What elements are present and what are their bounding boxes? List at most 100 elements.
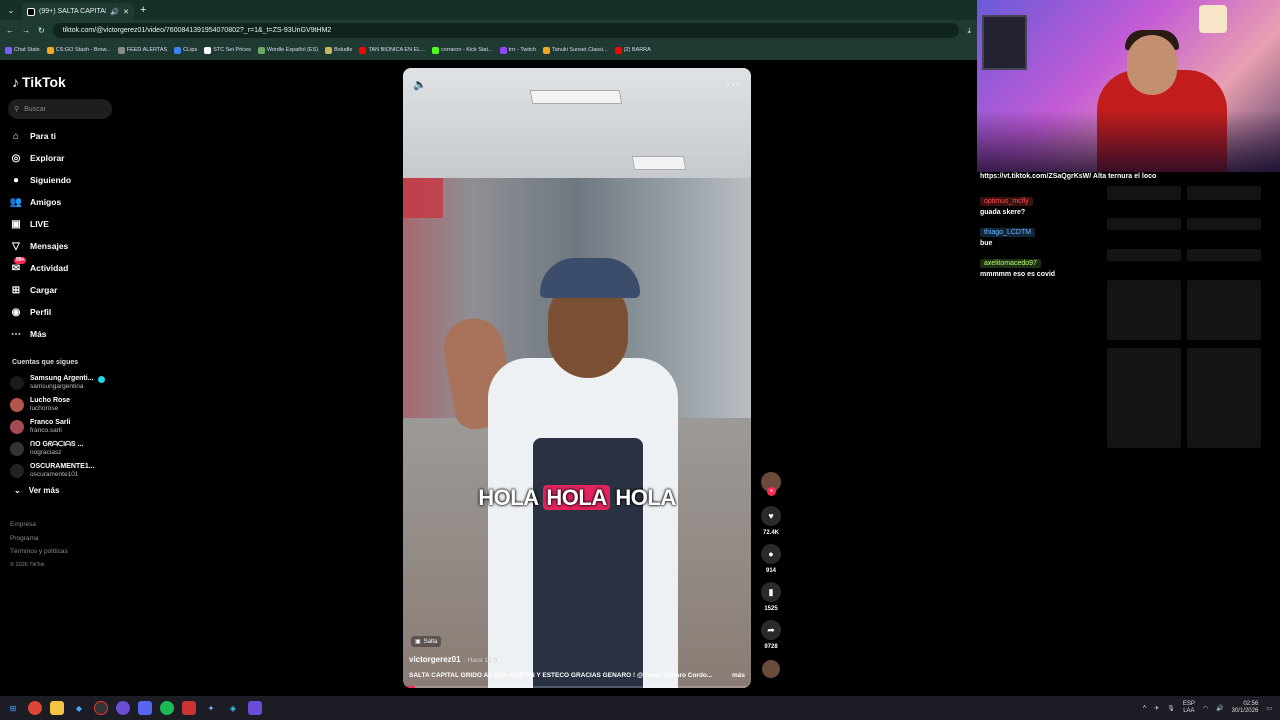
- obs-icon[interactable]: [116, 701, 130, 715]
- url-field[interactable]: tiktok.com/@victorgerez01/video/76008413…: [52, 23, 960, 38]
- discord-icon[interactable]: [138, 701, 152, 715]
- following-account[interactable]: Lucho Rose luchorose: [10, 394, 120, 416]
- sidebar-item-0[interactable]: ⌂ Para ti: [10, 125, 120, 147]
- account-handle: luchorose: [30, 405, 59, 412]
- posted-time: · Hace 12 h: [463, 657, 498, 664]
- bookmark-item[interactable]: trrr - Twitch: [499, 46, 536, 54]
- following-account[interactable]: ᑎO GᖇᗩᑕIᗩS ... nograciasz: [10, 438, 120, 460]
- close-tab-icon[interactable]: ✕: [123, 8, 129, 16]
- steam-icon[interactable]: ◆: [72, 701, 86, 715]
- volume-icon[interactable]: 🔈: [413, 78, 427, 91]
- reload-icon[interactable]: ↻: [38, 26, 45, 35]
- bookmark-favicon-icon: [359, 46, 367, 54]
- footer-link-programa[interactable]: Programa: [10, 532, 68, 546]
- tab-search-icon[interactable]: ⌄: [4, 3, 18, 17]
- forward-icon[interactable]: →: [22, 26, 30, 35]
- app-icon[interactable]: [182, 701, 196, 715]
- comment-button[interactable]: ● 914: [761, 544, 781, 578]
- start-icon[interactable]: ⊞: [6, 701, 20, 715]
- copyright: © 2026 TikTok: [10, 561, 45, 568]
- account-name: ᑎO GᖇᗩᑕIᗩS ...: [30, 441, 84, 448]
- video-player[interactable]: HOLA HOLA HOLA 🔈 ··· ▣ Salta victorgerez…: [403, 68, 751, 688]
- video-progress-bar[interactable]: [403, 686, 751, 688]
- sidebar-item-5[interactable]: ▽ Mensajes: [10, 235, 120, 257]
- footer-link-empresa[interactable]: Empresa: [10, 518, 68, 532]
- description-text: SALTA CAPITAL GRIDO AV SAN MARTÍN Y ESTE…: [409, 672, 713, 679]
- sidebar-item-9[interactable]: ⋯ Más: [10, 323, 120, 345]
- chrome-icon[interactable]: [28, 701, 42, 715]
- author-avatar[interactable]: +: [761, 472, 781, 496]
- bookmark-item[interactable]: corraron - Kick Stat...: [431, 46, 493, 54]
- bookmark-item[interactable]: (2) BARRA: [614, 46, 651, 54]
- following-account[interactable]: Franco Sarli franco.sarli: [10, 416, 120, 438]
- account-name: Franco Sarli: [30, 419, 71, 426]
- spotify-icon[interactable]: [160, 701, 174, 715]
- language-indicator[interactable]: ESP LAA: [1183, 701, 1195, 715]
- network-icon[interactable]: ✈: [1154, 705, 1159, 712]
- like-button[interactable]: ♥ 72.4K: [761, 506, 781, 540]
- see-more-button[interactable]: ⌄ Ver más: [14, 486, 59, 495]
- sidebar-item-2[interactable]: ● Siguiendo: [10, 169, 120, 191]
- video-author[interactable]: victorgerez01 · Hace 12 h: [409, 655, 497, 664]
- share-button[interactable]: ➦ 9728: [761, 620, 781, 654]
- sidebar-item-6[interactable]: ✉ Actividad 99+: [10, 257, 120, 279]
- tiktok-logo[interactable]: ♪ TikTok: [12, 74, 66, 90]
- bookmark-item[interactable]: Wordle Español (ES): [257, 46, 318, 54]
- bookmark-item[interactable]: Tanuki Sunset Classi...: [542, 46, 608, 54]
- mic-icon[interactable]: 🎙: [1167, 705, 1175, 712]
- bookmark-item[interactable]: STC Set Prices: [204, 46, 251, 54]
- save-button[interactable]: ▮ 1525: [761, 582, 781, 616]
- bookmark-favicon-icon: [542, 46, 550, 54]
- follow-plus-icon[interactable]: +: [767, 487, 776, 496]
- footer-link-terminos[interactable]: Términos y políticas: [10, 545, 68, 559]
- chrome-active-icon[interactable]: [94, 701, 108, 715]
- following-account[interactable]: Samsung Argenti... samsungargentina: [10, 372, 120, 394]
- chevron-up-icon[interactable]: ˄: [1143, 705, 1147, 711]
- tab-active[interactable]: (99+) SALTA CAPITAL GRID 🔊 ✕: [22, 3, 134, 20]
- clock[interactable]: 02:56 30/1/2026: [1232, 701, 1259, 715]
- folder-icon[interactable]: [50, 701, 64, 715]
- volume-tray-icon[interactable]: 🔊: [1216, 705, 1223, 712]
- account-text: ᑎO GᖇᗩᑕIᗩS ... nograciasz: [30, 441, 83, 457]
- sidebar-item-4[interactable]: ▣ LIVE: [10, 213, 120, 235]
- bookmark-item[interactable]: Chat Stats: [5, 46, 40, 54]
- sidebar-item-8[interactable]: ◉ Perfil: [10, 301, 120, 323]
- music-disc-icon[interactable]: [762, 660, 780, 678]
- back-icon[interactable]: ←: [6, 26, 14, 35]
- system-tray: ˄ ✈ 🎙 ESP LAA ◠ 🔊 02:56 30/1/2026 ▭: [1143, 696, 1272, 720]
- ceiling-light: [631, 156, 687, 170]
- bookmark-label: FEED ALERTAS: [126, 47, 168, 53]
- search-input[interactable]: ⚲ Buscar: [8, 99, 112, 119]
- more-options-icon[interactable]: ···: [726, 77, 741, 91]
- store-icon[interactable]: ◈: [226, 701, 240, 715]
- webcam-feed: [977, 0, 1280, 172]
- bookmark-item[interactable]: CS:GO Stash - Brow...: [46, 46, 111, 54]
- bookmark-item[interactable]: FEED ALERTAS: [117, 46, 168, 54]
- chat-message: thiago_LCDTM bue: [980, 221, 1100, 248]
- account-handle: nograciasz: [30, 449, 62, 456]
- sidebar-item-1[interactable]: ◎ Explorar: [10, 147, 120, 169]
- chat-username[interactable]: axelitomacedo97: [980, 259, 1041, 268]
- chat-username[interactable]: thiago_LCDTM: [980, 228, 1036, 237]
- sidebar-item-7[interactable]: ⊞ Cargar: [10, 279, 120, 301]
- notification-icon[interactable]: ▭: [1266, 705, 1272, 712]
- avatar: [10, 376, 24, 390]
- more-link[interactable]: más: [732, 672, 745, 679]
- bookmark-item[interactable]: Boludle: [325, 46, 352, 54]
- bookmark-favicon-icon: [431, 46, 439, 54]
- speaker-icon: 🔊: [110, 8, 120, 16]
- new-tab-button[interactable]: +: [140, 4, 146, 16]
- bookmark-label: (2) BARRA: [623, 47, 651, 53]
- bookmark-item[interactable]: CLips: [174, 46, 197, 54]
- bookmark-item[interactable]: TAN BIONICA EN EL...: [359, 46, 425, 54]
- location-tag[interactable]: ▣ Salta: [411, 636, 442, 647]
- download-icon[interactable]: ⤓: [967, 26, 971, 36]
- following-account[interactable]: OSCURAMENTE1... oscuramente101: [10, 460, 120, 482]
- twitch-icon[interactable]: [248, 701, 262, 715]
- sidebar-item-3[interactable]: 👥 Amigos: [10, 191, 120, 213]
- wifi-icon[interactable]: ◠: [1203, 705, 1208, 712]
- account-handle: samsungargentina: [30, 383, 84, 390]
- settings-icon[interactable]: ✦: [204, 701, 218, 715]
- chat-username[interactable]: optimus_mcfly: [980, 197, 1033, 206]
- ceiling-light: [529, 90, 623, 104]
